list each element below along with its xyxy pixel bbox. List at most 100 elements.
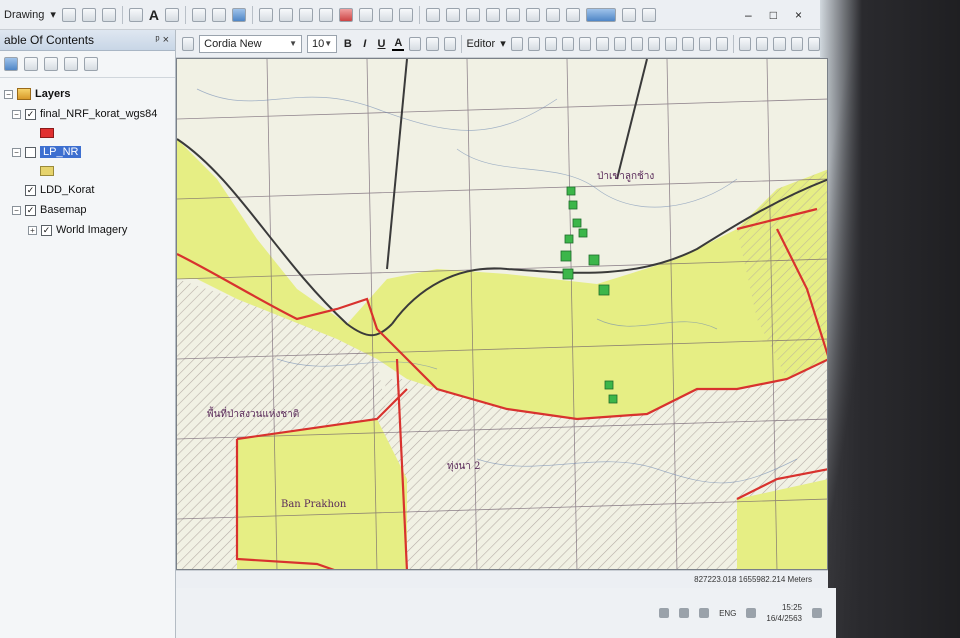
- pin-close-icon[interactable]: ᵖ ×: [155, 34, 169, 46]
- toolbar-separator: [419, 5, 421, 24]
- edit-tool-icon[interactable]: [510, 36, 523, 51]
- collapse-icon[interactable]: −: [4, 89, 13, 99]
- editor-menu[interactable]: Editor: [466, 38, 495, 50]
- list-by-source-icon[interactable]: [24, 57, 38, 71]
- italic-button[interactable]: I: [359, 38, 371, 50]
- identify-icon[interactable]: [192, 7, 207, 22]
- envelope-icon[interactable]: [128, 7, 143, 22]
- layer-checkbox[interactable]: ✓: [25, 204, 36, 216]
- layout-icon[interactable]: [622, 7, 637, 22]
- back-extent-icon[interactable]: [546, 7, 561, 22]
- edit-vertices-icon[interactable]: [596, 36, 609, 51]
- notifications-icon[interactable]: [812, 608, 822, 618]
- font-size-select[interactable]: 10 ▼: [307, 34, 337, 53]
- collapse-icon[interactable]: −: [12, 147, 21, 157]
- find-icon[interactable]: [259, 7, 274, 22]
- layer-checkbox[interactable]: [25, 146, 36, 158]
- layer-item-final-nrf[interactable]: − ✓ final_NRF_korat_wgs84: [4, 104, 175, 124]
- drawing-menu[interactable]: Drawing: [4, 9, 44, 21]
- window-controls: – □ ×: [745, 8, 820, 22]
- layers-root[interactable]: − Layers: [4, 84, 175, 104]
- new-text-icon[interactable]: [165, 7, 180, 22]
- measure-icon[interactable]: [279, 7, 294, 22]
- marker-color-icon[interactable]: [443, 36, 456, 51]
- trace-icon[interactable]: [562, 36, 575, 51]
- rotate-icon[interactable]: [81, 7, 96, 22]
- bold-button[interactable]: B: [342, 38, 354, 50]
- text-tool-icon[interactable]: A: [149, 7, 159, 23]
- full-extent-icon[interactable]: [486, 7, 501, 22]
- layer-item-ldd-korat[interactable]: ✓ LDD_Korat: [4, 180, 175, 200]
- drawing-dropdown-icon[interactable]: ▾: [50, 8, 56, 21]
- minimize-button[interactable]: –: [745, 8, 752, 22]
- rotate-feature-icon[interactable]: [664, 36, 677, 51]
- map-label-forest-north: ป่าเขาลูกช้าง: [597, 171, 655, 182]
- select-features-icon[interactable]: [212, 7, 227, 22]
- reshape-icon[interactable]: [613, 36, 626, 51]
- snapping-icon[interactable]: [773, 36, 786, 51]
- zoom-out-icon[interactable]: [446, 7, 461, 22]
- line-color-icon[interactable]: [426, 36, 439, 51]
- clock[interactable]: 15:25 16/4/2563: [766, 602, 802, 624]
- layer-checkbox[interactable]: ✓: [41, 224, 52, 236]
- sketch-properties-icon[interactable]: [699, 36, 712, 51]
- expand-icon[interactable]: +: [28, 225, 37, 235]
- collapse-icon[interactable]: −: [12, 109, 21, 119]
- layer-item-lp-nr[interactable]: − LP_NR: [4, 142, 175, 162]
- html-popup-icon[interactable]: [319, 7, 334, 22]
- editor-dropdown-icon[interactable]: ▾: [500, 37, 506, 50]
- layer-checkbox[interactable]: ✓: [25, 184, 36, 196]
- rectangle-icon[interactable]: [101, 7, 116, 22]
- keyboard-icon[interactable]: [746, 608, 757, 618]
- list-by-selection-icon[interactable]: [64, 57, 78, 71]
- zoom-in-icon[interactable]: [426, 7, 441, 22]
- chevron-down-icon: ▼: [324, 39, 333, 48]
- layer-label: LDD_Korat: [40, 184, 95, 196]
- new-text-tool-icon[interactable]: [182, 36, 195, 51]
- network-icon[interactable]: [679, 608, 690, 618]
- point-icon[interactable]: [579, 36, 592, 51]
- advanced-edit-icon[interactable]: [807, 36, 820, 51]
- show-hidden-icons-icon[interactable]: [659, 608, 670, 618]
- end-point-arc-icon[interactable]: [545, 36, 558, 51]
- list-by-drawing-order-icon[interactable]: [4, 57, 18, 71]
- forward-extent-icon[interactable]: [566, 7, 581, 22]
- layer-tools-icon[interactable]: [756, 36, 769, 51]
- select-elements-icon[interactable]: [61, 7, 76, 22]
- lock-icon[interactable]: [642, 7, 657, 22]
- layer-checkbox[interactable]: ✓: [25, 108, 36, 120]
- search-window-icon[interactable]: [359, 7, 374, 22]
- fixed-zoom-in-icon[interactable]: [506, 7, 521, 22]
- red-polygon-symbol-icon[interactable]: [40, 128, 54, 138]
- python-icon[interactable]: [379, 7, 394, 22]
- fixed-zoom-out-icon[interactable]: [526, 7, 541, 22]
- layer-item-basemap[interactable]: − ✓ Basemap: [4, 200, 175, 220]
- font-name-select[interactable]: Cordia New ▼: [199, 34, 302, 53]
- volume-icon[interactable]: [699, 608, 710, 618]
- collapse-icon[interactable]: −: [12, 205, 21, 215]
- georef-icon[interactable]: [739, 36, 752, 51]
- list-by-visibility-icon[interactable]: [44, 57, 58, 71]
- topology-icon[interactable]: [790, 36, 803, 51]
- create-features-icon[interactable]: [716, 36, 729, 51]
- layer-item-world-imagery[interactable]: + ✓ World Imagery: [4, 220, 175, 240]
- attributes-icon[interactable]: [682, 36, 695, 51]
- yellow-polygon-symbol-icon[interactable]: [40, 166, 54, 176]
- color-swatch-icon[interactable]: [586, 7, 617, 22]
- catalog-icon[interactable]: [339, 7, 354, 22]
- map-view[interactable]: Ban Prakhon พื้นที่ป่าสงวนแห่งชาติ ป่าเข…: [176, 58, 828, 570]
- globe-icon[interactable]: [232, 7, 247, 22]
- maximize-button[interactable]: □: [770, 8, 777, 22]
- cut-polygons-icon[interactable]: [630, 36, 643, 51]
- modelbuilder-icon[interactable]: [399, 7, 414, 22]
- straight-segment-icon[interactable]: [527, 36, 540, 51]
- pan-icon[interactable]: [466, 7, 481, 22]
- fill-color-icon[interactable]: [409, 36, 422, 51]
- split-icon[interactable]: [647, 36, 660, 51]
- options-icon[interactable]: [84, 57, 98, 71]
- underline-button[interactable]: U: [376, 38, 388, 50]
- language-indicator[interactable]: ENG: [719, 609, 736, 618]
- hyperlink-icon[interactable]: [299, 7, 314, 22]
- font-color-button[interactable]: A: [392, 37, 405, 51]
- close-button[interactable]: ×: [795, 8, 802, 22]
